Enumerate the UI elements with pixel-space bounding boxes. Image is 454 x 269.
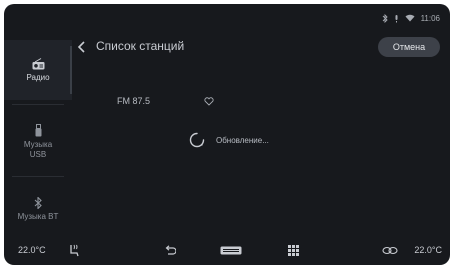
clock: 11:06 [420, 13, 440, 23]
favorite-heart-icon[interactable] [204, 97, 214, 106]
wifi-icon [405, 14, 415, 22]
sidebar-item-usb[interactable]: Музыка USB [4, 114, 72, 170]
status-bar: 11:06 [382, 12, 440, 24]
back-icon[interactable] [164, 245, 176, 256]
head-unit-screen: 11:06 Радио Музыка USB Музыка BT Список … [4, 4, 450, 265]
temperature-right[interactable]: 22.0°C [414, 245, 442, 255]
station-name[interactable]: FM 87.5 [117, 96, 150, 106]
loading-spinner-icon [189, 132, 205, 148]
seat-heat-icon[interactable] [68, 243, 80, 257]
sidebar-item-label: Музыка USB [23, 140, 53, 159]
mute-icon [395, 14, 398, 22]
apps-grid-icon[interactable] [288, 245, 299, 256]
hvac-icon[interactable] [220, 246, 242, 255]
radio-icon [32, 57, 44, 69]
source-sidebar: Радио Музыка USB Музыка BT [4, 26, 72, 236]
climate-bar: 22.0°C 22.0°C [4, 239, 450, 265]
temperature-left[interactable]: 22.0°C [18, 245, 46, 255]
usb-icon [35, 124, 41, 137]
sidebar-item-label: Музыка BT [17, 211, 59, 221]
bluetooth-status-icon [382, 13, 388, 23]
recirculation-icon[interactable] [382, 246, 398, 255]
sidebar-item-bt[interactable]: Музыка BT [4, 184, 72, 234]
sidebar-item-label: Радио [26, 72, 50, 82]
cancel-button[interactable]: Отмена [378, 37, 440, 57]
divider [12, 104, 64, 105]
back-chevron-icon[interactable] [76, 40, 88, 54]
loading-text: Обновление... [216, 136, 269, 145]
page-title: Список станций [96, 39, 185, 53]
bluetooth-icon [34, 196, 42, 209]
divider [12, 176, 64, 177]
sidebar-item-radio[interactable]: Радио [4, 40, 72, 100]
